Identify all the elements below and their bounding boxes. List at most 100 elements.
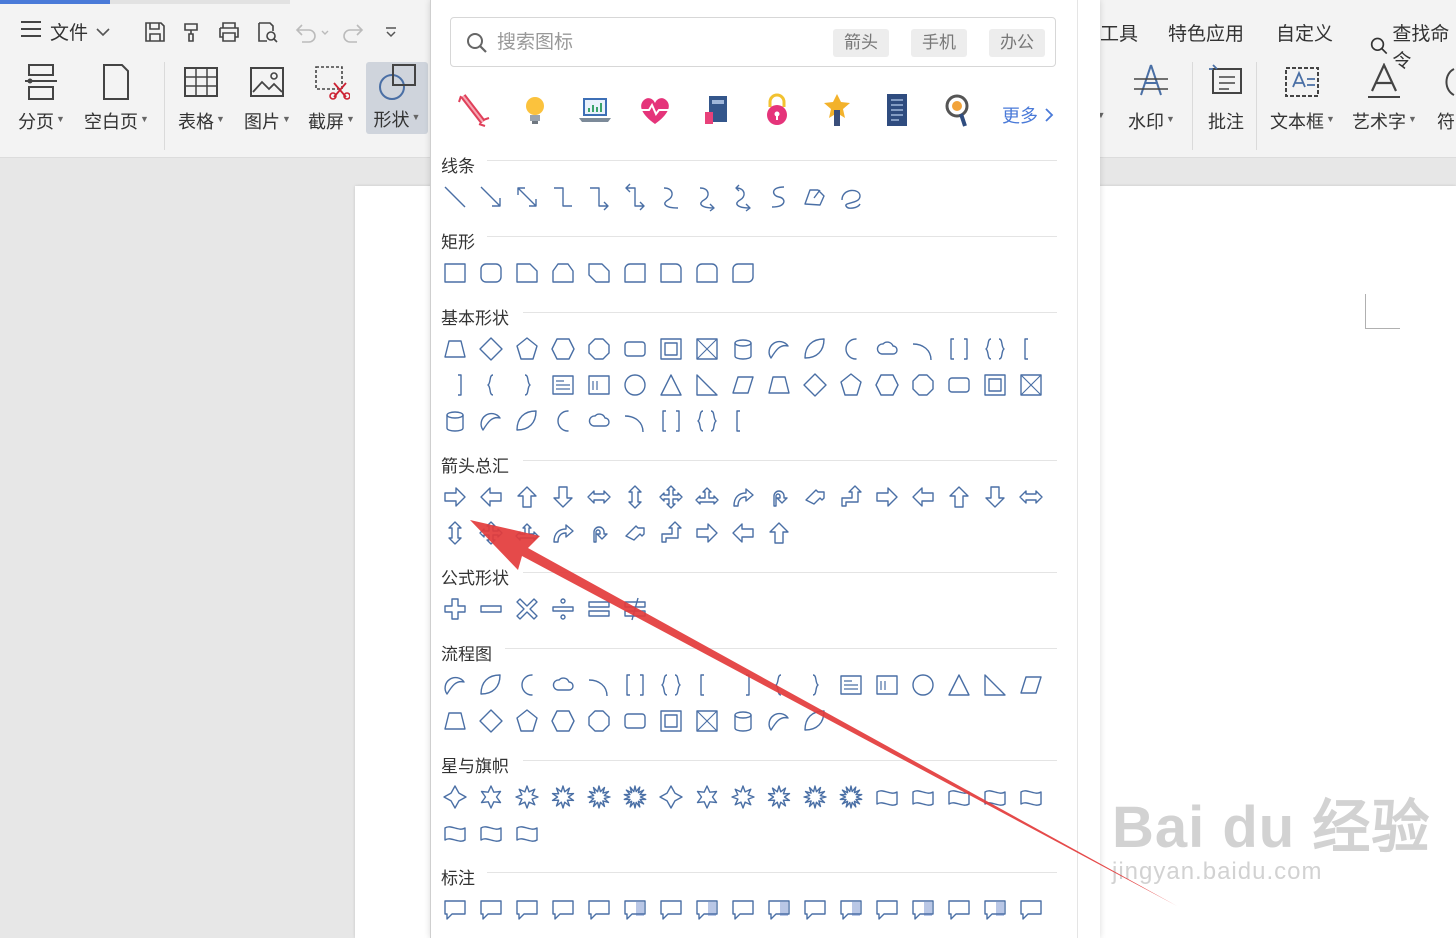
shape-option[interactable]: [514, 672, 540, 698]
shape-option[interactable]: [874, 672, 900, 698]
shape-option[interactable]: [478, 260, 504, 286]
shape-option[interactable]: [946, 896, 972, 922]
shape-option[interactable]: [622, 708, 648, 734]
shape-option[interactable]: [694, 484, 720, 510]
shape-option[interactable]: [694, 260, 720, 286]
tab-special-apps[interactable]: 特色应用: [1168, 19, 1244, 46]
shape-option[interactable]: [658, 336, 684, 362]
shape-option[interactable]: [658, 520, 684, 546]
shape-option[interactable]: [694, 372, 720, 398]
shape-option[interactable]: [550, 484, 576, 510]
shape-option[interactable]: [478, 708, 504, 734]
shape-option[interactable]: [982, 372, 1008, 398]
shape-option[interactable]: [478, 408, 504, 434]
shape-option[interactable]: [730, 408, 756, 434]
shape-option[interactable]: [946, 372, 972, 398]
print-icon[interactable]: [216, 19, 242, 45]
wordart-button[interactable]: 艺术字 ▼: [1352, 62, 1417, 134]
shape-option[interactable]: [550, 520, 576, 546]
document-icon[interactable]: [879, 92, 915, 128]
shape-option[interactable]: [802, 672, 828, 698]
shape-option[interactable]: [838, 896, 864, 922]
shape-option[interactable]: [982, 484, 1008, 510]
shape-option[interactable]: [658, 408, 684, 434]
print-preview-icon[interactable]: [254, 19, 280, 45]
shape-option[interactable]: [658, 708, 684, 734]
shape-option[interactable]: [478, 820, 504, 846]
watermark-button[interactable]: 水印 ▼: [1128, 62, 1175, 134]
shape-option[interactable]: [730, 184, 756, 212]
blank-page-button[interactable]: 空白页 ▼: [84, 62, 149, 134]
shape-option[interactable]: [622, 260, 648, 286]
textbox-button[interactable]: 文本框 ▼: [1270, 62, 1335, 134]
shape-option[interactable]: [442, 672, 468, 698]
shape-option[interactable]: [694, 896, 720, 922]
shape-option[interactable]: [622, 896, 648, 922]
search-chip-phone[interactable]: 手机: [911, 29, 967, 57]
shape-option[interactable]: [802, 896, 828, 922]
shape-option[interactable]: [910, 672, 936, 698]
shape-option[interactable]: [514, 372, 540, 398]
shape-option[interactable]: [730, 784, 756, 810]
shape-option[interactable]: [442, 708, 468, 734]
shape-option[interactable]: [802, 372, 828, 398]
shape-option[interactable]: [442, 372, 468, 398]
shape-option[interactable]: [946, 484, 972, 510]
shapes-button[interactable]: 形状 ▼: [366, 62, 428, 134]
shape-option[interactable]: [874, 336, 900, 362]
shape-option[interactable]: [838, 372, 864, 398]
shape-option[interactable]: [766, 896, 792, 922]
shape-option[interactable]: [550, 184, 576, 210]
shape-option[interactable]: [766, 484, 792, 510]
shape-option[interactable]: [946, 784, 972, 810]
shape-option[interactable]: [550, 372, 576, 398]
shape-option[interactable]: [1018, 484, 1044, 510]
page-break-button[interactable]: 分页 ▼: [18, 62, 65, 134]
shape-option[interactable]: [442, 784, 468, 810]
shape-option[interactable]: [694, 336, 720, 362]
shape-option[interactable]: [910, 336, 936, 362]
shape-option[interactable]: [874, 896, 900, 922]
shape-option[interactable]: [550, 784, 576, 810]
badge-icon[interactable]: [819, 92, 855, 128]
shape-option[interactable]: [802, 708, 828, 734]
shape-option[interactable]: [982, 672, 1008, 698]
shape-option[interactable]: [622, 596, 648, 622]
lock-icon[interactable]: [759, 92, 795, 128]
shape-option[interactable]: [730, 520, 756, 546]
shape-option[interactable]: [802, 784, 828, 810]
screenshot-button[interactable]: 截屏 ▼: [308, 62, 355, 134]
shape-option[interactable]: [550, 708, 576, 734]
shape-option[interactable]: [658, 784, 684, 810]
shape-option[interactable]: [802, 336, 828, 362]
shape-option[interactable]: [946, 336, 972, 362]
symbol-button[interactable]: 符: [1436, 62, 1456, 134]
shape-option[interactable]: [442, 408, 468, 434]
icon-search-input[interactable]: [495, 28, 799, 58]
lightbulb-icon[interactable]: [517, 92, 553, 128]
shape-option[interactable]: [1018, 672, 1044, 698]
shape-option[interactable]: [838, 672, 864, 698]
shape-option[interactable]: [622, 372, 648, 398]
shape-option[interactable]: [586, 596, 612, 622]
shape-option[interactable]: [694, 520, 720, 546]
shape-option[interactable]: [478, 184, 504, 210]
shape-option[interactable]: [838, 784, 864, 810]
shape-option[interactable]: [694, 184, 720, 212]
shape-option[interactable]: [730, 708, 756, 734]
shape-option[interactable]: [622, 408, 648, 434]
shape-option[interactable]: [910, 896, 936, 922]
shape-option[interactable]: [514, 484, 540, 510]
shape-option[interactable]: [1018, 372, 1044, 398]
shape-option[interactable]: [586, 784, 612, 810]
shape-option[interactable]: [442, 336, 468, 362]
shape-option[interactable]: [694, 708, 720, 734]
shape-option[interactable]: [442, 520, 468, 546]
shape-option[interactable]: [586, 372, 612, 398]
shape-option[interactable]: [838, 484, 864, 510]
shape-option[interactable]: [730, 336, 756, 362]
shape-option[interactable]: [982, 336, 1008, 362]
shape-option[interactable]: [550, 336, 576, 362]
shape-option[interactable]: [550, 408, 576, 434]
shape-option[interactable]: [478, 372, 504, 398]
